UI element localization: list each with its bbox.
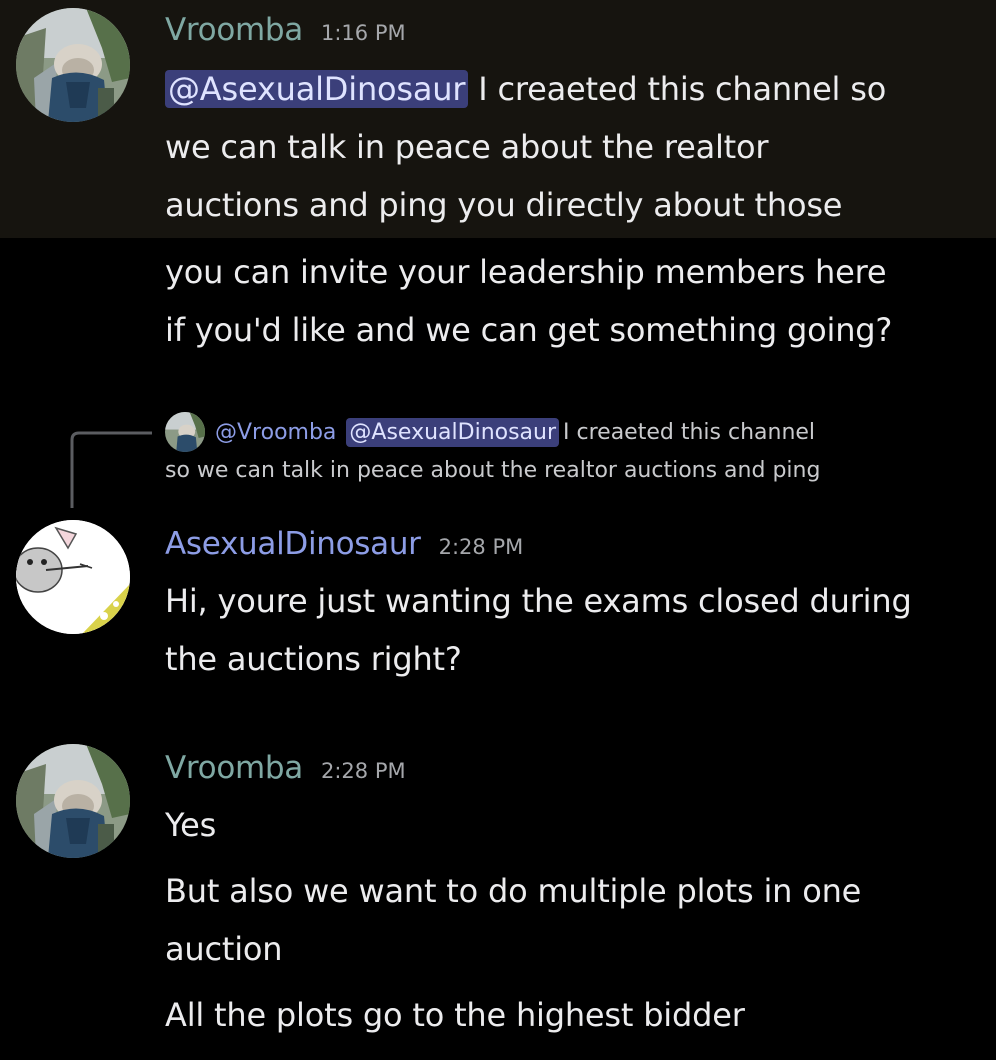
- reply-avatar: [165, 412, 205, 452]
- reply-author[interactable]: @Vroomba: [215, 420, 336, 445]
- message-timestamp: 2:28 PM: [438, 535, 524, 559]
- mouse-cheese-avatar-icon: [16, 520, 130, 634]
- message-text-line: if you'd like and we can get something g…: [165, 311, 893, 349]
- message-text-line: Hi, youre just wanting the exams closed …: [165, 582, 912, 620]
- message-text-line: Yes: [165, 806, 217, 844]
- message-text-line: All the plots go to the highest bidder: [165, 996, 745, 1034]
- message-author[interactable]: Vroomba: [165, 12, 303, 48]
- user-mention[interactable]: @AsexualDinosaur: [346, 417, 560, 447]
- reply-text[interactable]: so we can talk in peace about the realto…: [165, 458, 820, 483]
- user-avatar-vroomba[interactable]: [16, 744, 130, 858]
- message-text-line: the auctions right?: [165, 640, 462, 678]
- shark-hoodie-avatar-icon: [16, 8, 130, 122]
- reply-preview[interactable]: @Vroomba @AsexualDinosaur I creaeted thi…: [165, 412, 815, 452]
- user-mention[interactable]: @AsexualDinosaur: [165, 70, 469, 108]
- user-avatar-asexualdinosaur[interactable]: [16, 520, 130, 634]
- shark-hoodie-avatar-icon: [16, 744, 130, 858]
- message-author[interactable]: Vroomba: [165, 750, 303, 786]
- message-text-line: you can invite your leadership members h…: [165, 253, 887, 291]
- reply-text: I creaeted this channel: [563, 419, 816, 445]
- message-text-line: But also we want to do multiple plots in…: [165, 872, 862, 910]
- message-timestamp: 1:16 PM: [320, 21, 406, 45]
- message-timestamp: 2:28 PM: [320, 759, 406, 783]
- message-author[interactable]: AsexualDinosaur: [165, 526, 421, 562]
- shark-hoodie-avatar-icon: [165, 412, 205, 452]
- message-text-line: auctions and ping you directly about tho…: [165, 186, 843, 224]
- message-text-line: we can talk in peace about the realtor: [165, 128, 769, 166]
- message-text-line: auction: [165, 930, 283, 968]
- message-text-line: @AsexualDinosaur I creaeted this channel…: [165, 60, 976, 118]
- user-avatar-vroomba[interactable]: [16, 8, 130, 122]
